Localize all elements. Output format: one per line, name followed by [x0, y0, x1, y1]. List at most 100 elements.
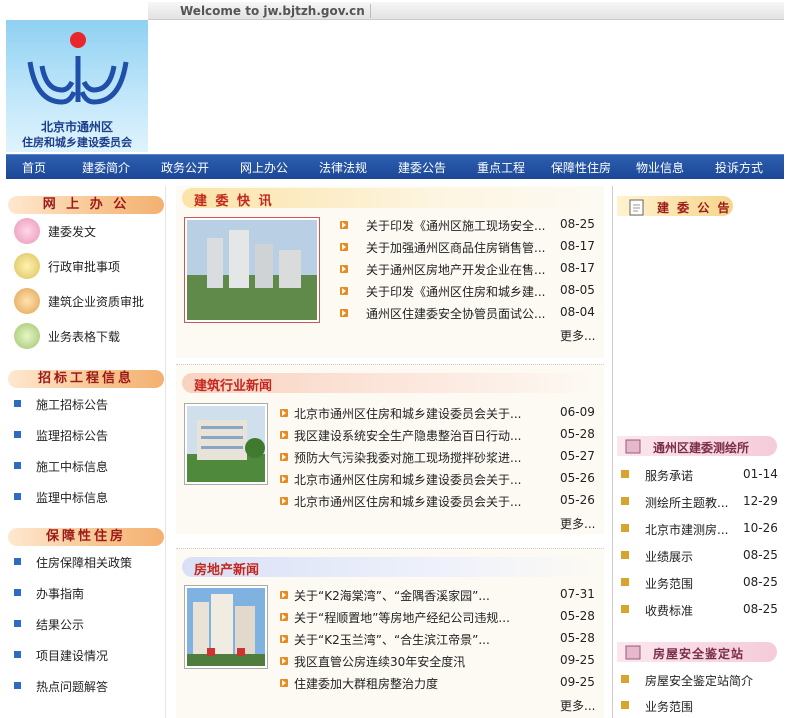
bid-item-construction-notice[interactable]: 施工招标公告 — [36, 396, 108, 413]
realestate-news-more-link[interactable]: 更多... — [560, 697, 595, 714]
survey-item[interactable]: 业务范围 — [645, 575, 693, 592]
bullet-icon — [14, 493, 21, 500]
notepad-icon — [629, 199, 644, 216]
left-sidebar: 网 上 办 公 建委发文 行政审批事项 建筑企业资质审批 业务表格下载 招标工程… — [6, 186, 166, 718]
arrow-icon — [340, 221, 348, 229]
quick-news-title: 建 委 快 讯 — [194, 194, 274, 209]
nav-item-notices[interactable]: 建委公告 — [398, 159, 446, 176]
bullet-icon — [621, 605, 629, 613]
realestate-news-item[interactable]: 关于“K2玉兰湾”、“合生滨江帝景”... — [294, 631, 490, 648]
nav-item-key-projects[interactable]: 重点工程 — [477, 159, 525, 176]
nav-item-online-office[interactable]: 网上办公 — [240, 159, 288, 176]
survey-item[interactable]: 北京市建测房... — [645, 521, 728, 538]
bullet-icon — [621, 701, 629, 709]
site-logo[interactable]: 北京市通州区 住房和城乡建设委员会 — [6, 20, 148, 152]
nav-item-laws[interactable]: 法律法规 — [319, 159, 367, 176]
quick-news-photo[interactable] — [184, 217, 320, 323]
survey-date: 08-25 — [743, 548, 778, 562]
survey-item[interactable]: 服务承诺 — [645, 467, 693, 484]
industry-news-panel: 建筑行业新闻 北京市通州区住房和城乡建设委员会关于... 06-09 我区建设系… — [176, 364, 604, 534]
bullet-icon — [621, 578, 629, 586]
housing-item-faq[interactable]: 热点问题解答 — [36, 678, 108, 695]
bullet-icon — [14, 620, 21, 627]
nav-item-complaints[interactable]: 投诉方式 — [715, 159, 763, 176]
nav-item-property[interactable]: 物业信息 — [636, 159, 684, 176]
arrow-icon — [280, 635, 288, 643]
realestate-news-panel: 房地产新闻 关于“K2海棠湾”、“金隅香溪家园”... 07-31 关于“程顺置… — [176, 548, 604, 718]
realestate-news-title: 房地产新闻 — [194, 563, 260, 578]
quick-news-item[interactable]: 关于通州区房地产开发企业在售... — [366, 261, 545, 278]
survey-item[interactable]: 测绘所主题教... — [645, 494, 728, 511]
quick-news-item[interactable]: 关于加强通州区商品住房销售管... — [366, 239, 545, 256]
arrow-icon — [280, 591, 288, 599]
quick-news-item[interactable]: 关于印发《通州区住房和城乡建... — [366, 283, 545, 300]
arrow-icon — [280, 679, 288, 687]
industry-news-item[interactable]: 北京市通州区住房和城乡建设委员会关于... — [294, 405, 521, 422]
approval-icon — [14, 253, 40, 279]
realestate-news-item[interactable]: 住建委加大群租房整治力度 — [294, 675, 438, 692]
industry-news-item[interactable]: 北京市通州区住房和城乡建设委员会关于... — [294, 471, 521, 488]
housing-item-projects[interactable]: 项目建设情况 — [36, 647, 108, 664]
housing-item-results[interactable]: 结果公示 — [36, 616, 84, 633]
arrow-icon — [280, 475, 288, 483]
bullet-icon — [621, 524, 629, 532]
office-item-qualification[interactable]: 建筑企业资质审批 — [48, 293, 144, 310]
realestate-news-item[interactable]: 关于“程顺置地”等房地产经纪公司违规... — [294, 609, 510, 626]
bid-item-construction-award[interactable]: 施工中标信息 — [36, 458, 108, 475]
survey-item[interactable]: 收费标准 — [645, 602, 693, 619]
bullet-icon — [621, 675, 629, 683]
safety-item[interactable]: 房屋安全鉴定站简介 — [645, 672, 753, 689]
industry-news-more-link[interactable]: 更多... — [560, 515, 595, 532]
main-nav: 首页 建委简介 政务公开 网上办公 法律法规 建委公告 重点工程 保障性住房 物… — [6, 154, 784, 179]
housing-item-guide[interactable]: 办事指南 — [36, 585, 84, 602]
realestate-news-photo[interactable] — [184, 585, 268, 669]
industry-news-photo[interactable] — [184, 403, 268, 485]
arrow-icon — [280, 431, 288, 439]
realestate-news-date: 09-25 — [560, 675, 595, 689]
industry-news-title: 建筑行业新闻 — [194, 379, 273, 394]
safety-item[interactable]: 业务范围 — [645, 698, 693, 715]
industry-news-item[interactable]: 我区建设系统安全生产隐患整治百日行动... — [294, 427, 521, 444]
quick-news-item[interactable]: 通州区住建委安全协管员面试公... — [366, 305, 545, 322]
industry-news-date: 05-27 — [560, 449, 595, 463]
realestate-news-item[interactable]: 关于“K2海棠湾”、“金隅香溪家园”... — [294, 587, 490, 604]
survey-item[interactable]: 业绩展示 — [645, 548, 693, 565]
arrow-icon — [280, 409, 288, 417]
arrow-icon — [340, 243, 348, 251]
quick-news-date: 08-17 — [560, 261, 595, 275]
welcome-text: Welcome to jw.bjtzh.gov.cn — [180, 4, 365, 18]
building-photo-icon — [187, 220, 317, 320]
nav-item-home[interactable]: 首页 — [22, 159, 46, 176]
survey-title: 通州区建委测绘所 — [653, 441, 750, 455]
arrow-icon — [280, 497, 288, 505]
welcome-bar: Welcome to jw.bjtzh.gov.cn — [148, 2, 784, 20]
arrow-icon — [340, 309, 348, 317]
realestate-news-item[interactable]: 我区直管公房连续30年安全度汛 — [294, 653, 465, 670]
industry-news-item[interactable]: 北京市通州区住房和城乡建设委员会关于... — [294, 493, 521, 510]
notice-title: 建 委 公 告 — [657, 201, 732, 215]
welcome-divider — [370, 4, 371, 18]
folder-icon — [625, 439, 641, 454]
bullet-icon — [621, 551, 629, 559]
industry-news-date: 05-26 — [560, 493, 595, 507]
bid-item-supervision-award[interactable]: 监理中标信息 — [36, 489, 108, 506]
industry-news-item[interactable]: 预防大气污染我委对施工现场搅拌砂浆进... — [294, 449, 521, 466]
folder-icon — [625, 645, 641, 660]
office-item-forms[interactable]: 业务表格下载 — [48, 328, 120, 345]
arrow-icon — [280, 453, 288, 461]
bid-item-supervision-notice[interactable]: 监理招标公告 — [36, 427, 108, 444]
office-item-approval[interactable]: 行政审批事项 — [48, 258, 120, 275]
nav-item-public-affairs[interactable]: 政务公开 — [161, 159, 209, 176]
download-icon — [14, 323, 40, 349]
survey-header: 通州区建委测绘所 — [617, 436, 777, 456]
realestate-news-date: 05-28 — [560, 609, 595, 623]
quick-news-item[interactable]: 关于印发《通州区施工现场安全... — [366, 217, 545, 234]
nav-item-affordable-housing[interactable]: 保障性住房 — [551, 159, 611, 176]
nav-item-about[interactable]: 建委简介 — [82, 159, 130, 176]
logo-emblem-icon — [27, 32, 129, 105]
quick-news-more-link[interactable]: 更多... — [560, 327, 595, 344]
housing-item-policies[interactable]: 住房保障相关政策 — [36, 554, 132, 571]
office-item-documents[interactable]: 建委发文 — [48, 223, 96, 240]
bullet-icon — [14, 682, 21, 689]
arrow-icon — [340, 265, 348, 273]
